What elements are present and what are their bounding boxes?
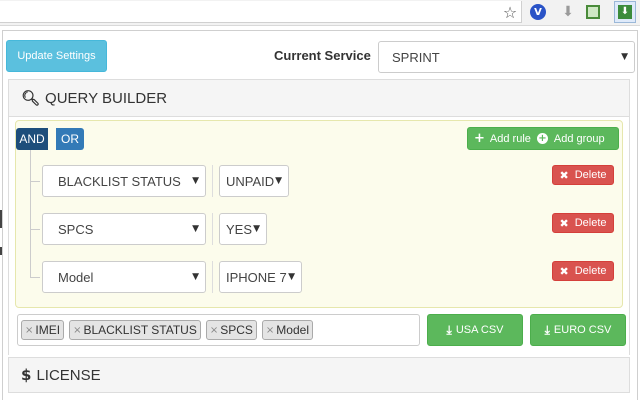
chevron-down-icon: ▼ xyxy=(253,224,260,234)
chevron-down-icon: ▼ xyxy=(275,176,282,186)
remove-tag-icon[interactable]: × xyxy=(25,325,33,336)
address-bar[interactable] xyxy=(0,1,522,23)
add-rule-button[interactable]: + Add rule xyxy=(468,128,531,149)
remove-tag-icon[interactable]: × xyxy=(73,325,81,336)
bookmark-star-icon[interactable]: ☆ xyxy=(501,3,519,22)
rule-field-value: BLACKLIST STATUS xyxy=(58,173,181,189)
condition-or-button[interactable]: OR xyxy=(56,128,84,150)
extension-down-arrow-icon[interactable]: ⬇ xyxy=(559,3,577,21)
extension-v-icon[interactable]: V xyxy=(530,4,546,20)
rule-divider xyxy=(212,213,213,245)
chevron-down-icon: ▼ xyxy=(621,52,628,62)
euro-csv-button[interactable]: ⤓ EURO CSV xyxy=(530,314,626,346)
column-tag-label: BLACKLIST STATUS xyxy=(83,323,197,337)
delete-label: Delete xyxy=(574,265,607,277)
rule-field-value: SPCS xyxy=(58,221,94,237)
rule-field-select[interactable]: Model ▼ xyxy=(42,261,206,293)
column-tag: × Model xyxy=(261,320,313,340)
dollar-icon: $ xyxy=(21,366,32,384)
rule-tree-branch xyxy=(30,181,40,182)
download-icon: ⤓ xyxy=(446,322,452,337)
download-icon: ⤓ xyxy=(544,322,550,337)
delete-rule-button[interactable]: ✖ Delete xyxy=(552,261,614,281)
chevron-down-icon: ▼ xyxy=(192,224,199,234)
close-icon: ✖ xyxy=(559,264,569,278)
column-tag-label: Model xyxy=(276,323,309,337)
chevron-down-icon: ▼ xyxy=(192,272,199,282)
rule-value-select[interactable]: YES ▼ xyxy=(219,213,267,245)
rule-field-value: Model xyxy=(58,269,94,285)
rule-value-select[interactable]: IPHONE 7 ▼ xyxy=(219,261,302,293)
query-builder-heading: 🔍︎ QUERY BUILDER xyxy=(8,79,630,117)
column-tag-label: IMEI xyxy=(35,323,61,337)
plus-icon: + xyxy=(474,131,485,146)
export-columns-input[interactable]: × IMEI × BLACKLIST STATUS × SPCS × Model xyxy=(17,314,420,346)
search-icon: 🔍︎ xyxy=(21,89,41,107)
add-rule-label: Add rule xyxy=(489,132,531,145)
close-icon: ✖ xyxy=(559,168,569,182)
license-heading[interactable]: $ LICENSE xyxy=(8,357,630,393)
rule-field-select[interactable]: BLACKLIST STATUS ▼ xyxy=(42,165,206,197)
current-service-select[interactable]: SPRINT ▼ xyxy=(378,41,635,73)
usa-csv-button[interactable]: ⤓ USA CSV xyxy=(427,314,523,346)
delete-rule-button[interactable]: ✖ Delete xyxy=(552,165,614,185)
browser-toolbar: ☆ V ⬇ ⬇ xyxy=(0,0,640,26)
add-group-button[interactable]: + Add group xyxy=(531,128,605,149)
rule-tree-branch xyxy=(30,277,40,278)
update-settings-button[interactable]: Update Settings xyxy=(6,40,107,72)
license-title: LICENSE xyxy=(36,366,101,384)
extension-download-icon[interactable]: ⬇ xyxy=(614,1,636,23)
close-icon: ✖ xyxy=(559,216,569,230)
current-service-value: SPRINT xyxy=(392,49,440,65)
rule-value-text: YES xyxy=(226,221,253,237)
plus-circle-icon: + xyxy=(536,133,548,144)
column-tag: × BLACKLIST STATUS xyxy=(69,320,201,340)
rule-value-text: IPHONE 7 xyxy=(226,269,287,285)
chevron-down-icon: ▼ xyxy=(192,176,199,186)
delete-label: Delete xyxy=(574,217,607,229)
remove-tag-icon[interactable]: × xyxy=(266,325,274,336)
rule-divider xyxy=(212,165,213,197)
chevron-down-icon: ▼ xyxy=(288,272,295,282)
rule-value-text: UNPAID xyxy=(226,173,275,189)
delete-rule-button[interactable]: ✖ Delete xyxy=(552,213,614,233)
remove-tag-icon[interactable]: × xyxy=(210,325,218,336)
add-group-label: Add group xyxy=(553,132,605,145)
rule-tree-branch xyxy=(30,229,40,230)
rule-tree-line xyxy=(30,150,31,278)
rule-value-select[interactable]: UNPAID ▼ xyxy=(219,165,289,197)
current-service-label: Current Service xyxy=(274,48,371,63)
rule-field-select[interactable]: SPCS ▼ xyxy=(42,213,206,245)
column-tag: × IMEI xyxy=(21,320,65,340)
condition-and-button[interactable]: AND xyxy=(16,128,48,150)
add-button-group: + Add rule + Add group xyxy=(467,127,619,150)
extension-sheet-icon[interactable] xyxy=(586,5,600,19)
column-tag: × SPCS xyxy=(205,320,257,340)
query-builder-title: QUERY BUILDER xyxy=(45,89,168,107)
rule-divider xyxy=(212,261,213,293)
column-tag-label: SPCS xyxy=(220,323,253,337)
delete-label: Delete xyxy=(574,169,607,181)
euro-csv-label: EURO CSV xyxy=(553,324,612,336)
usa-csv-label: USA CSV xyxy=(455,324,504,336)
